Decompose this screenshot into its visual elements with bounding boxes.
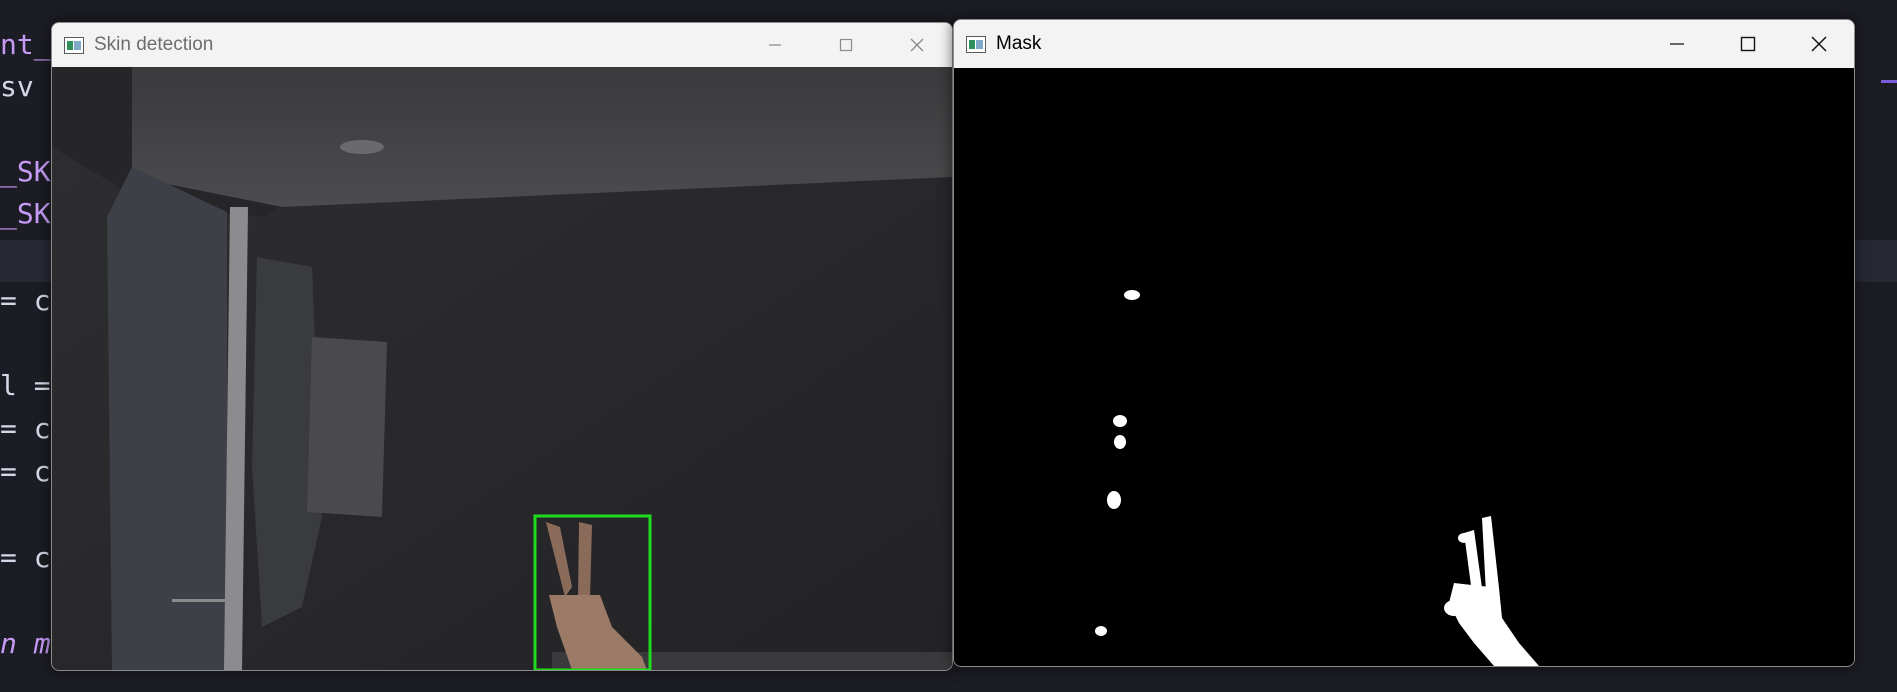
close-icon bbox=[1810, 36, 1827, 52]
window-title: Mask bbox=[996, 33, 1042, 54]
close-icon bbox=[910, 38, 923, 52]
window-title: Skin detection bbox=[94, 34, 214, 55]
window-app-icon bbox=[64, 36, 84, 54]
minimize-icon bbox=[768, 44, 781, 46]
minimize-button[interactable] bbox=[1641, 20, 1712, 68]
window-app-icon bbox=[966, 35, 986, 53]
window-titlebar[interactable]: Skin detection bbox=[52, 23, 952, 67]
editor-scroll-marker bbox=[1881, 80, 1897, 83]
maximize-icon bbox=[839, 38, 852, 52]
skin-detection-window[interactable]: Skin detection bbox=[51, 22, 953, 671]
close-button[interactable] bbox=[881, 23, 952, 67]
camera-frame-image bbox=[52, 67, 952, 670]
minimize-icon bbox=[1669, 43, 1684, 45]
maximize-button[interactable] bbox=[810, 23, 881, 67]
mask-frame-image bbox=[954, 68, 1854, 666]
camera-feed bbox=[52, 67, 952, 670]
close-button[interactable] bbox=[1783, 20, 1854, 68]
editor-line: l = bbox=[0, 369, 51, 402]
maximize-button[interactable] bbox=[1712, 20, 1783, 68]
mask-window[interactable]: Mask bbox=[953, 19, 1855, 667]
window-titlebar[interactable]: Mask bbox=[954, 20, 1854, 68]
minimize-button[interactable] bbox=[739, 23, 810, 67]
mask-feed bbox=[954, 68, 1854, 666]
maximize-icon bbox=[1740, 36, 1755, 52]
